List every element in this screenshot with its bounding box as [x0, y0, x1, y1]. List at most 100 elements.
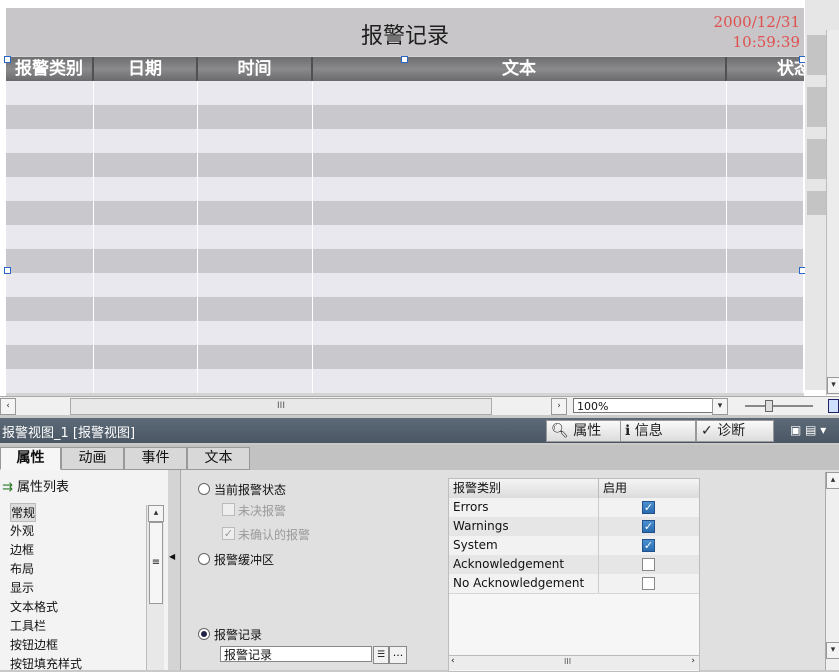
table-cell — [198, 369, 313, 393]
nav-item[interactable]: 常规 — [10, 503, 37, 522]
scroll-right-icon[interactable]: › — [691, 656, 695, 666]
table-row[interactable]: System ✓ — [449, 536, 699, 556]
table-cell — [727, 201, 804, 225]
nav-item[interactable]: 工具栏 — [10, 617, 46, 634]
table-row[interactable] — [6, 249, 804, 273]
radio-alarm-log[interactable] — [198, 628, 210, 640]
table-cell — [313, 177, 727, 201]
table-row[interactable] — [6, 81, 804, 105]
table-header: 报警类别 启用 — [449, 479, 699, 499]
table-cell — [727, 177, 804, 201]
alarm-view-date: 2000/12/31 — [713, 13, 800, 31]
column-alarm-class[interactable]: 报警类别 — [6, 57, 94, 81]
alarm-log-field[interactable]: 报警记录 — [220, 646, 372, 662]
resize-handle[interactable] — [4, 267, 11, 274]
enabled-checkbox[interactable]: ✓ — [642, 539, 655, 552]
table-row[interactable] — [6, 105, 804, 129]
nav-item[interactable]: 按钮边框 — [10, 636, 58, 653]
alarm-view[interactable]: 报警记录 2000/12/31 10:59:39 报警类别 日期 时间 文本 状… — [6, 8, 817, 396]
browse-button[interactable]: ... — [389, 646, 407, 664]
table-cell — [727, 105, 804, 129]
list-icon[interactable]: ☰ — [373, 646, 389, 664]
column-text[interactable]: 文本 — [313, 57, 727, 81]
table-cell — [6, 153, 94, 177]
zoom-select[interactable]: 100% — [573, 398, 726, 413]
tab-texts[interactable]: 文本 — [187, 447, 250, 470]
table-row[interactable]: No Acknowledgement — [449, 574, 699, 594]
checkbox-unresolved[interactable] — [222, 503, 235, 516]
nav-item[interactable]: 文本格式 — [10, 598, 58, 615]
scroll-down-button[interactable]: ▾ — [827, 377, 839, 394]
header-class[interactable]: 报警类别 — [449, 479, 599, 498]
radio-current-state[interactable] — [198, 483, 210, 495]
enabled-checkbox[interactable]: ✓ — [642, 520, 655, 533]
enabled-checkbox[interactable] — [642, 558, 655, 571]
splitter[interactable]: ◀ — [168, 470, 181, 670]
table-row[interactable] — [6, 273, 804, 297]
scroll-grip[interactable]: III — [564, 657, 571, 666]
nav-item[interactable]: 布局 — [10, 560, 34, 577]
table-cell — [313, 345, 727, 369]
header-enabled[interactable]: 启用 — [599, 479, 699, 498]
table-cell — [6, 369, 94, 393]
table-row[interactable] — [6, 321, 804, 345]
nav-item[interactable]: 边框 — [10, 541, 34, 558]
pane-diagnostics[interactable]: ✓ 诊断 — [696, 420, 774, 442]
table-row[interactable]: Errors ✓ — [449, 498, 699, 518]
collapse-icon[interactable]: ◀ — [169, 552, 175, 561]
table-row[interactable] — [6, 345, 804, 369]
table-row[interactable] — [6, 177, 804, 201]
table-row[interactable] — [6, 129, 804, 153]
scroll-right-button[interactable]: › — [551, 398, 567, 415]
checkbox-unacknowledged[interactable]: ✓ — [222, 527, 235, 540]
zoom-slider-thumb[interactable] — [765, 400, 773, 412]
table-row[interactable] — [6, 369, 804, 393]
alarm-table-body — [6, 81, 804, 396]
table-row[interactable] — [6, 153, 804, 177]
window-controls-icon[interactable]: ▣ ▤ ▾ — [790, 423, 826, 437]
tab-animations[interactable]: 动画 — [61, 447, 124, 470]
table-horizontal-scrollbar[interactable]: ‹ III › — [449, 655, 699, 670]
table-row[interactable]: Warnings ✓ — [449, 517, 699, 537]
resize-handle[interactable] — [401, 56, 408, 63]
pane-properties[interactable]: 🔍︎ 属性 — [546, 420, 622, 442]
fit-icon[interactable] — [828, 399, 839, 413]
tab-properties[interactable]: 属性 — [0, 447, 61, 470]
zoom-dropdown-icon[interactable]: ▾ — [712, 398, 728, 415]
table-row[interactable]: Acknowledgement — [449, 555, 699, 575]
table-row[interactable] — [6, 201, 804, 225]
enabled-checkbox[interactable]: ✓ — [642, 501, 655, 514]
nav-item[interactable]: 按钮填充样式 — [10, 655, 82, 672]
enabled-checkbox[interactable] — [642, 577, 655, 590]
nav-item[interactable]: 外观 — [10, 522, 34, 539]
radio-alarm-buffer[interactable] — [198, 553, 210, 565]
nav-item[interactable]: 显示 — [10, 579, 34, 596]
table-cell — [94, 105, 198, 129]
column-time[interactable]: 时间 — [198, 57, 313, 81]
horizontal-scroll-thumb[interactable]: III — [70, 398, 492, 415]
table-row[interactable] — [6, 297, 804, 321]
table-cell — [94, 297, 198, 321]
scroll-thumb[interactable]: ≡ — [149, 522, 163, 604]
scroll-down-button[interactable]: ▾ — [826, 642, 839, 659]
table-cell — [6, 345, 94, 369]
table-cell — [6, 225, 94, 249]
pane-info-label: 信息 — [634, 423, 663, 439]
zoom-slider[interactable] — [745, 405, 813, 407]
unacknowledged-label: 未确认的报警 — [238, 528, 311, 542]
main-vertical-scrollbar[interactable]: ▴ ▾ — [825, 472, 839, 670]
property-list: ⇉ 属性列表 常规 外观 边框 布局 显示 文本格式 工具栏 按钮边框 按钮填充样式 — [0, 470, 169, 672]
pane-info[interactable]: ℹ 信息 — [620, 420, 696, 442]
canvas-vertical-scrollbar[interactable]: ▾ — [826, 30, 839, 395]
resize-handle[interactable] — [4, 56, 11, 63]
inspector-tabs: 属性 动画 事件 文本 — [0, 445, 839, 470]
tab-events[interactable]: 事件 — [124, 447, 187, 470]
column-date[interactable]: 日期 — [94, 57, 198, 81]
scroll-left-icon[interactable]: ‹ — [451, 656, 455, 666]
scroll-up-button[interactable]: ▴ — [148, 505, 164, 522]
table-row[interactable] — [6, 225, 804, 249]
property-list-scrollbar[interactable]: ▴ ≡ — [146, 505, 164, 670]
table-cell — [198, 273, 313, 297]
scroll-up-button[interactable]: ▴ — [826, 472, 839, 489]
scroll-left-button[interactable]: ‹ — [0, 398, 16, 415]
